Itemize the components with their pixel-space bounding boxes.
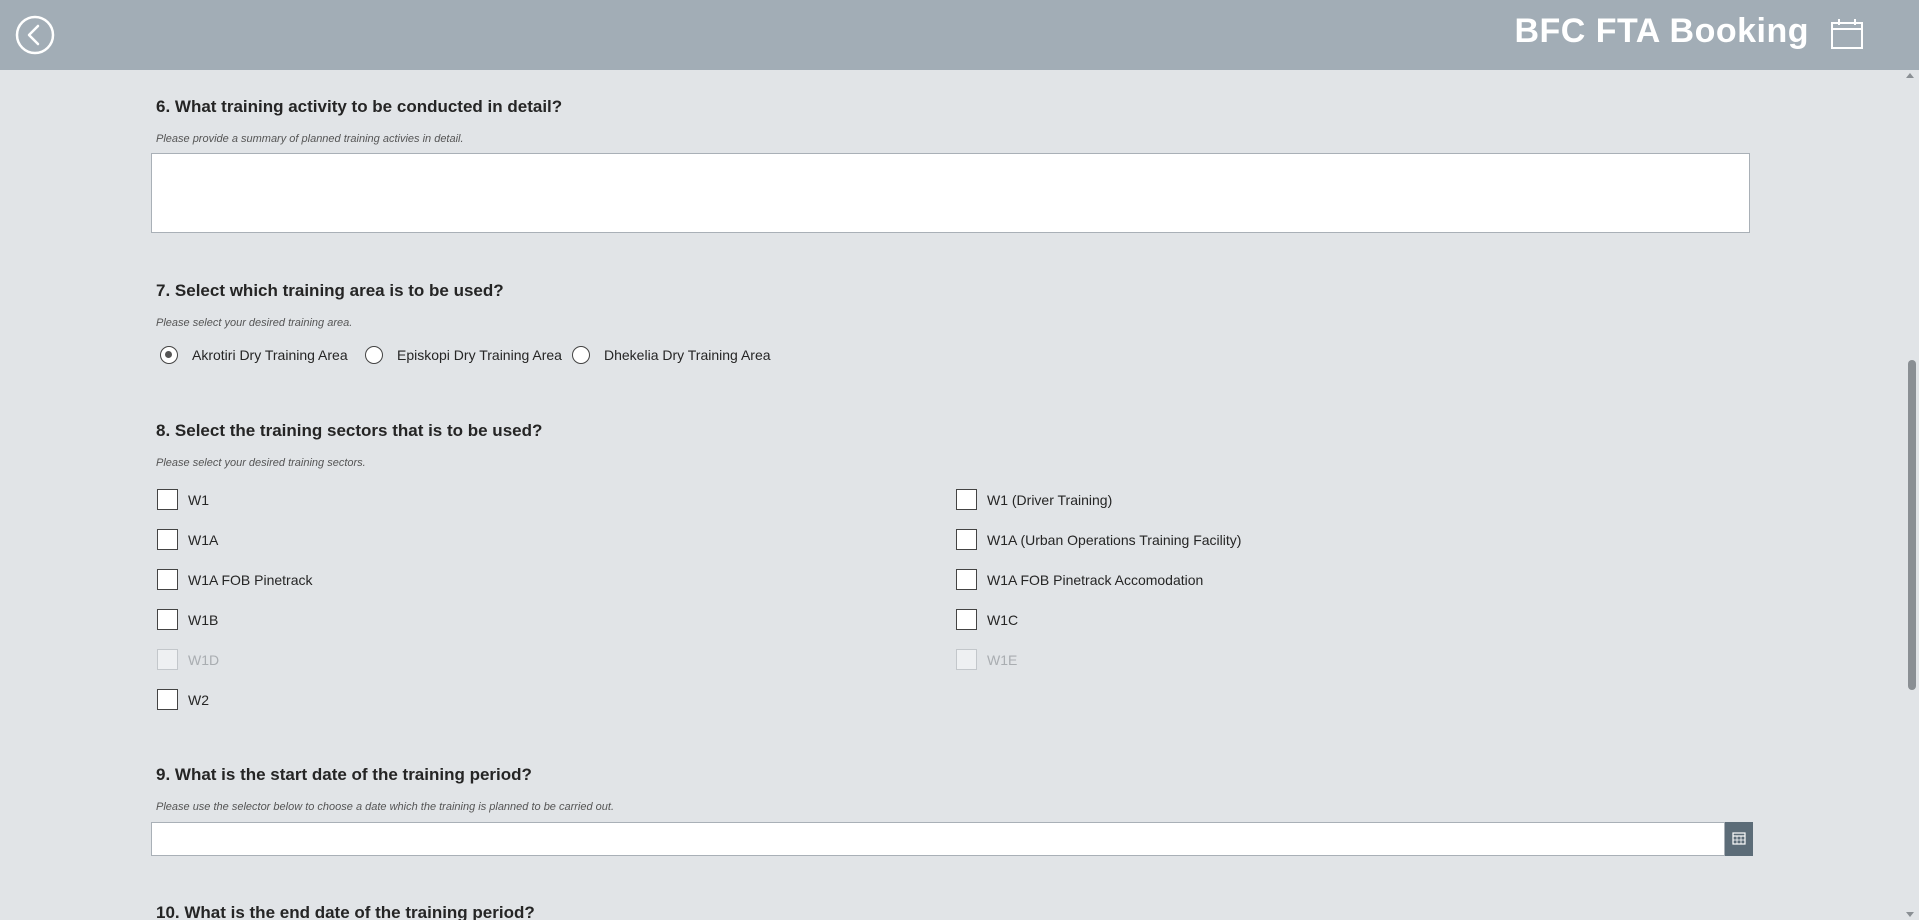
radio-circle[interactable] (572, 346, 590, 364)
scroll-down-arrow-icon[interactable] (1906, 912, 1914, 917)
question-7-title: 7. Select which training area is to be u… (156, 281, 504, 300)
checkbox-box[interactable] (956, 609, 977, 630)
checkbox-box[interactable] (157, 609, 178, 630)
radio-label: Dhekelia Dry Training Area (604, 347, 771, 363)
checkbox-label: W1B (188, 612, 219, 628)
question-7-hint: Please select your desired training area… (156, 317, 353, 329)
checkbox-box[interactable] (157, 569, 178, 590)
back-button[interactable] (15, 15, 55, 55)
checkbox-box[interactable] (956, 529, 977, 550)
checkbox-label: W1E (987, 652, 1018, 668)
question-6-title: 6. What training activity to be conducte… (156, 97, 563, 116)
checkbox-box[interactable] (157, 489, 178, 510)
question-9-title: 9. What is the start date of the trainin… (156, 765, 532, 784)
calendar-icon[interactable] (1830, 18, 1864, 50)
checkbox-label: W2 (188, 692, 209, 708)
question-9-hint: Please use the selector below to choose … (156, 801, 615, 813)
checkbox-label: W1A FOB Pinetrack Accomodation (987, 572, 1204, 588)
question-8-title: 8. Select the training sectors that is t… (156, 421, 543, 440)
checkbox-box[interactable] (956, 489, 977, 510)
start-date-picker-button[interactable] (1725, 822, 1753, 856)
checkbox-box[interactable] (157, 689, 178, 710)
calendar-picker-icon[interactable] (1725, 822, 1753, 856)
radio-circle[interactable] (365, 346, 383, 364)
app-header: BFC FTA Booking (0, 0, 1919, 70)
checkbox-label: W1 (188, 492, 209, 508)
back-icon[interactable] (15, 15, 55, 55)
vertical-scrollbar[interactable] (1900, 70, 1919, 920)
form-content: 6. What training activity to be conducte… (0, 70, 1900, 920)
checkbox-label: W1C (987, 612, 1019, 628)
radio-circle[interactable] (160, 346, 178, 364)
question-6-hint: Please provide a summary of planned trai… (156, 133, 464, 145)
checkbox-box (157, 649, 178, 670)
radio-label: Episkopi Dry Training Area (397, 347, 562, 363)
checkbox-label: W1A FOB Pinetrack (188, 572, 313, 588)
question-10-title: 10. What is the end date of the training… (156, 903, 535, 920)
checkbox-box (956, 649, 977, 670)
checkbox-label: W1D (188, 652, 220, 668)
training-activity-textarea[interactable] (151, 153, 1750, 233)
scroll-up-arrow-icon[interactable] (1906, 73, 1914, 78)
start-date-input[interactable] (151, 822, 1725, 856)
checkbox-box[interactable] (956, 569, 977, 590)
checkbox-box[interactable] (157, 529, 178, 550)
question-8-hint: Please select your desired training sect… (156, 457, 366, 469)
checkbox-label: W1 (Driver Training) (987, 492, 1113, 508)
app-title: BFC FTA Booking (1514, 12, 1809, 50)
radio-selected-dot (165, 351, 172, 358)
radio-label: Akrotiri Dry Training Area (192, 347, 348, 363)
scrollbar-thumb[interactable] (1908, 360, 1916, 690)
checkbox-label: W1A (188, 532, 219, 548)
checkbox-label: W1A (Urban Operations Training Facility) (987, 532, 1242, 548)
calendar-button[interactable] (1830, 18, 1864, 50)
